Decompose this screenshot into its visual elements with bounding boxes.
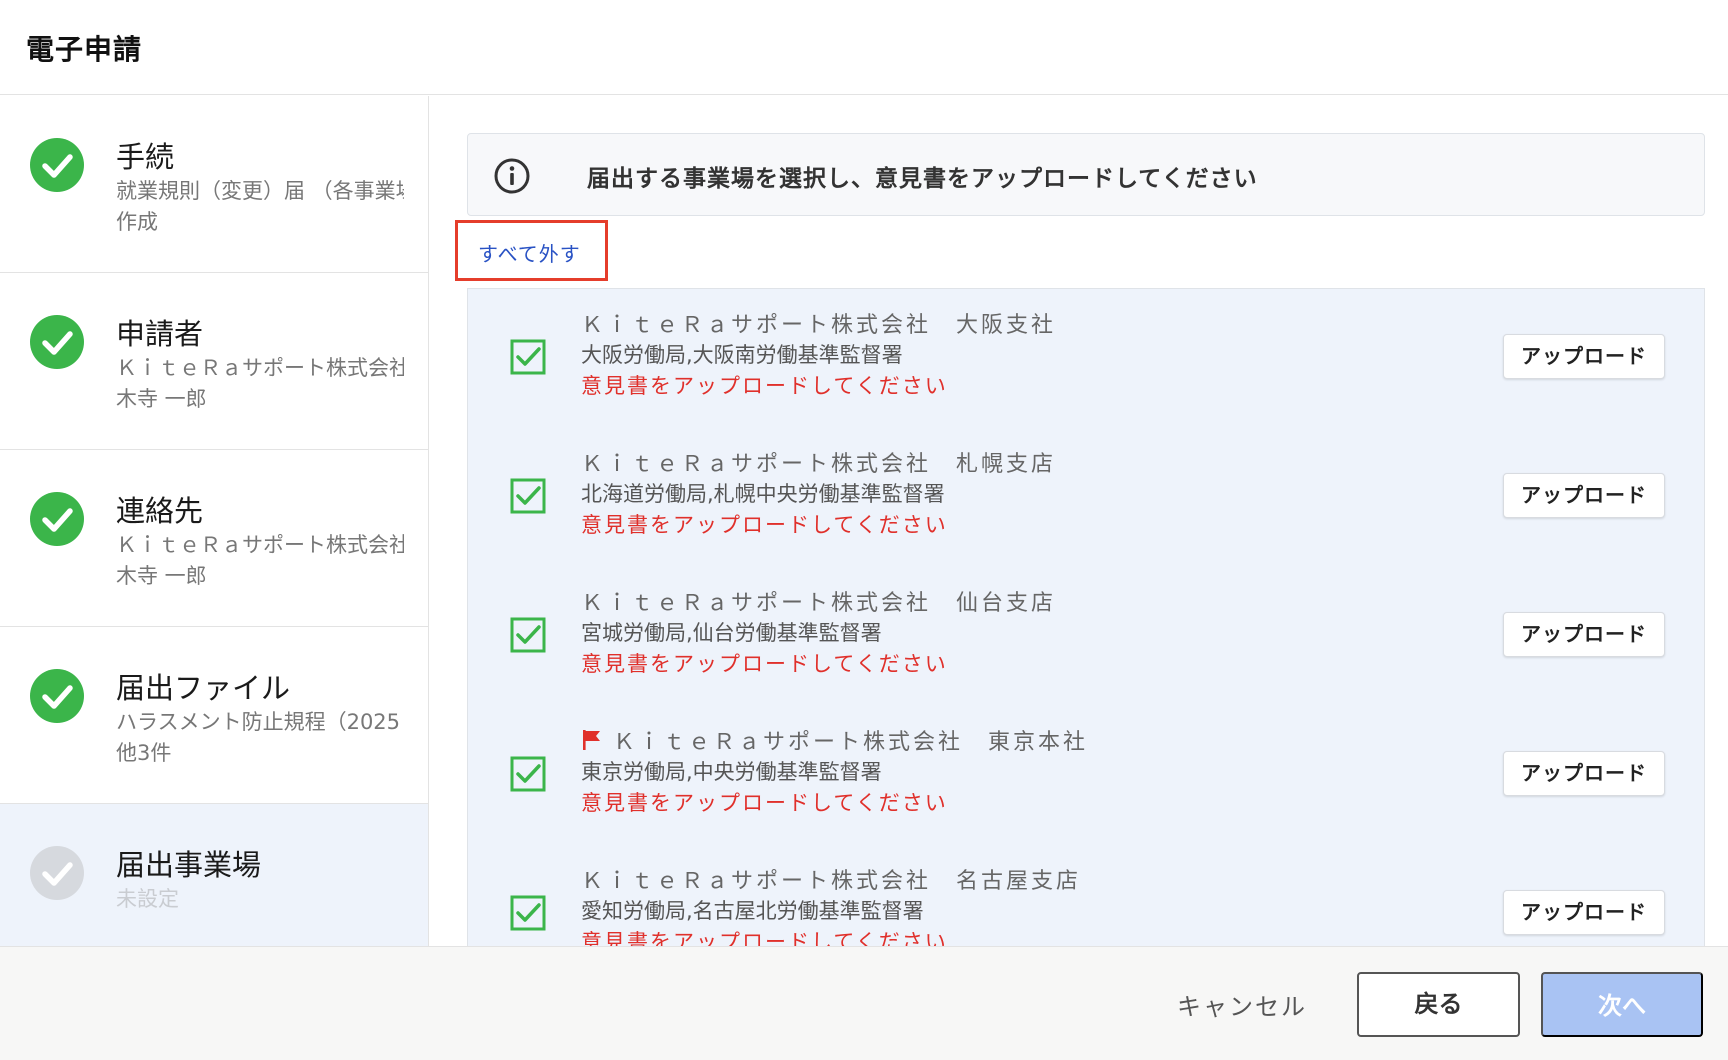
step-title: 届出事業場: [116, 848, 262, 882]
step-files[interactable]: 届出ファイル ハラスメント防止規程（2025 他3件: [0, 627, 428, 804]
step-summary: ＫｉｔｅＲａサポート株式会社 木寺 一郎: [116, 533, 404, 588]
cancel-button[interactable]: キャンセル: [1177, 987, 1307, 1022]
list-item: ＫｉｔｅＲａサポート株式会社 東京本社 東京労働局,中央労働基準監督署 意見書を…: [468, 706, 1706, 845]
checkbox-checked-icon[interactable]: [510, 339, 546, 375]
step-summary: 就業規則（変更）届 （各事業場 作成: [116, 179, 404, 234]
office-bureau: 東京労働局,中央労働基準監督署: [581, 760, 882, 784]
step-title: 手続: [116, 140, 175, 174]
check-circle-icon: [30, 846, 84, 900]
upload-warning: 意見書をアップロードしてください: [581, 791, 948, 815]
step-title: 届出ファイル: [116, 671, 291, 705]
step-title: 連絡先: [116, 494, 204, 528]
upload-warning: 意見書をアップロードしてください: [581, 374, 948, 398]
dialog-header: 電子申請: [0, 0, 1728, 95]
checkbox-checked-icon[interactable]: [510, 617, 546, 653]
checkbox-checked-icon[interactable]: [510, 895, 546, 931]
dialog-footer: キャンセル 戻る 次へ: [0, 946, 1728, 1060]
office-bureau: 大阪労働局,大阪南労働基準監督署: [581, 343, 903, 367]
deselect-all-highlight: すべて外す: [455, 220, 608, 281]
upload-button[interactable]: アップロード: [1503, 890, 1665, 935]
checkbox-checked-icon[interactable]: [510, 756, 546, 792]
upload-warning: 意見書をアップロードしてください: [581, 513, 948, 537]
upload-button[interactable]: アップロード: [1503, 473, 1665, 518]
office-bureau: 北海道労働局,札幌中央労働基準監督署: [581, 482, 945, 506]
info-banner: 届出する事業場を選択し、意見書をアップロードしてください: [467, 133, 1705, 216]
upload-button[interactable]: アップロード: [1503, 612, 1665, 657]
check-circle-icon: [30, 138, 84, 192]
back-button[interactable]: 戻る: [1357, 972, 1520, 1037]
step-offices[interactable]: 届出事業場 未設定: [0, 804, 428, 946]
office-name: ＫｉｔｅＲａサポート株式会社 仙台支店: [581, 591, 1057, 616]
upload-warning: 意見書をアップロードしてください: [581, 930, 948, 946]
check-circle-icon: [30, 492, 84, 546]
office-name: ＫｉｔｅＲａサポート株式会社 札幌支店: [581, 452, 1057, 477]
list-item: ＫｉｔｅＲａサポート株式会社 仙台支店 宮城労働局,仙台労働基準監督署 意見書を…: [468, 567, 1706, 706]
checkbox-checked-icon[interactable]: [510, 478, 546, 514]
step-summary: 未設定: [116, 887, 179, 911]
office-name: ＫｉｔｅＲａサポート株式会社 東京本社: [581, 724, 1088, 757]
upload-button[interactable]: アップロード: [1503, 334, 1665, 379]
info-text: 届出する事業場を選択し、意見書をアップロードしてください: [587, 166, 1258, 192]
main-panel: 届出する事業場を選択し、意見書をアップロードしてください すべて外す ＫｉｔｅＲ…: [430, 96, 1728, 946]
step-summary: ハラスメント防止規程（2025 他3件: [116, 710, 401, 765]
step-contact[interactable]: 連絡先 ＫｉｔｅＲａサポート株式会社 木寺 一郎: [0, 450, 428, 627]
upload-button[interactable]: アップロード: [1503, 751, 1665, 796]
flag-icon: [581, 729, 603, 757]
steps-sidebar: 手続 就業規則（変更）届 （各事業場 作成 申請者 ＫｉｔｅＲａサポート株式会社…: [0, 96, 429, 946]
office-bureau: 愛知労働局,名古屋北労働基準監督署: [581, 899, 924, 923]
step-summary: ＫｉｔｅＲａサポート株式会社 木寺 一郎: [116, 356, 404, 411]
upload-warning: 意見書をアップロードしてください: [581, 652, 948, 676]
step-procedure[interactable]: 手続 就業規則（変更）届 （各事業場 作成: [0, 96, 428, 273]
deselect-all-link[interactable]: すべて外す: [478, 238, 581, 267]
step-applicant[interactable]: 申請者 ＫｉｔｅＲａサポート株式会社 木寺 一郎: [0, 273, 428, 450]
list-item: ＫｉｔｅＲａサポート株式会社 名古屋支店 愛知労働局,名古屋北労働基準監督署 意…: [468, 845, 1706, 946]
step-title: 申請者: [116, 317, 204, 351]
office-name: ＫｉｔｅＲａサポート株式会社 名古屋支店: [581, 869, 1082, 894]
dialog-title: 電子申請: [26, 33, 143, 66]
list-item: ＫｉｔｅＲａサポート株式会社 大阪支社 大阪労働局,大阪南労働基準監督署 意見書…: [468, 289, 1706, 428]
list-item: ＫｉｔｅＲａサポート株式会社 札幌支店 北海道労働局,札幌中央労働基準監督署 意…: [468, 428, 1706, 567]
info-icon: [493, 157, 531, 199]
next-button[interactable]: 次へ: [1541, 972, 1703, 1037]
check-circle-icon: [30, 315, 84, 369]
office-bureau: 宮城労働局,仙台労働基準監督署: [581, 621, 882, 645]
check-circle-icon: [30, 669, 84, 723]
office-list: ＫｉｔｅＲａサポート株式会社 大阪支社 大阪労働局,大阪南労働基準監督署 意見書…: [467, 288, 1705, 946]
office-name: ＫｉｔｅＲａサポート株式会社 大阪支社: [581, 313, 1057, 338]
